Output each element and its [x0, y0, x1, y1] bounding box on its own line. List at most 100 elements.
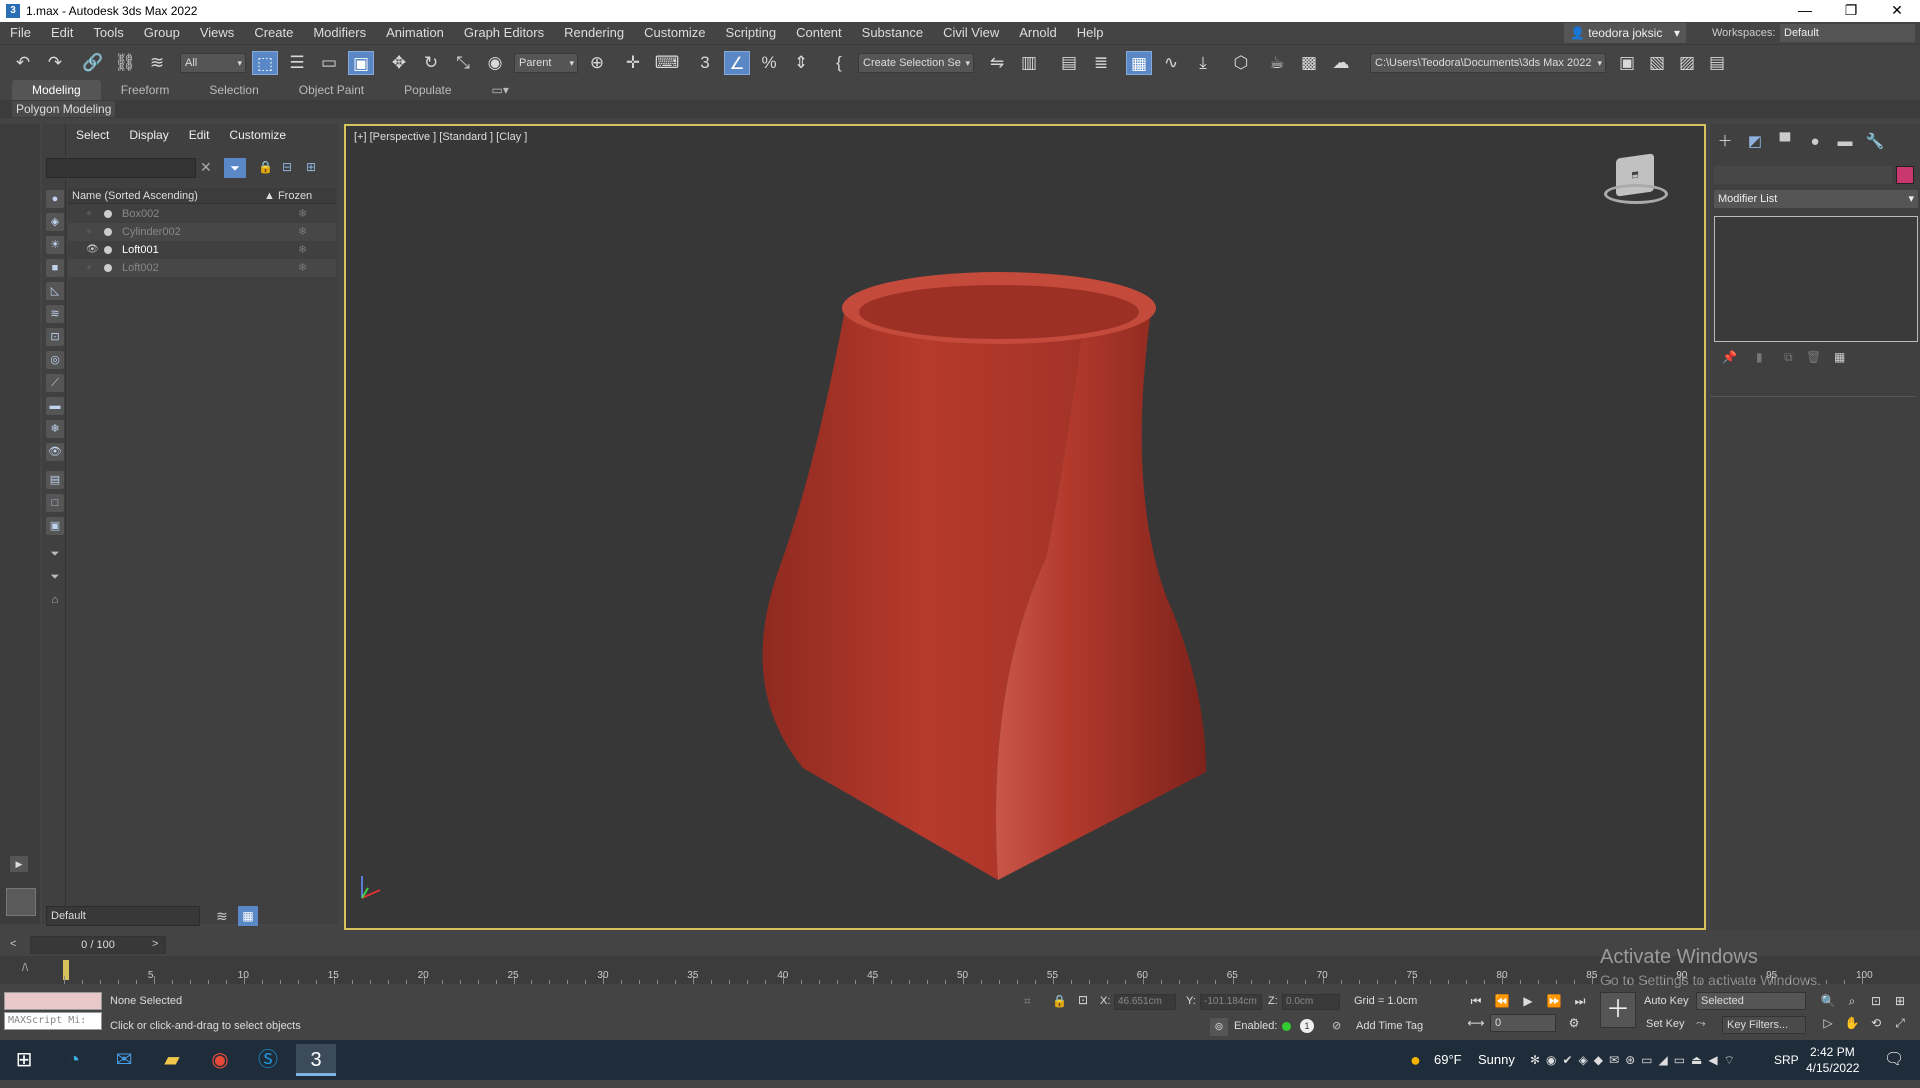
angle-snap-icon[interactable]: ∠	[724, 51, 750, 75]
viewport-layout-thumbnail[interactable]	[6, 888, 36, 916]
scene-menu-select[interactable]: Select	[66, 128, 119, 142]
menu-create[interactable]: Create	[244, 22, 303, 44]
workspace-tools-icon[interactable]: ▤	[1704, 51, 1730, 75]
field-of-view-icon[interactable]: ▷	[1818, 1014, 1838, 1032]
menu-file[interactable]: File	[0, 22, 41, 44]
chrome-icon[interactable]: ◉	[200, 1044, 240, 1076]
show-end-result-icon[interactable]: ▮	[1756, 350, 1763, 364]
key-mode-toggle-icon[interactable]: ⟷	[1466, 1014, 1486, 1032]
tab-selection[interactable]: Selection	[189, 80, 278, 100]
frozen-column-header[interactable]: ▲ Frozen	[264, 188, 312, 204]
edge-browser-icon[interactable]: ◔	[54, 1044, 94, 1076]
menu-edit[interactable]: Edit	[41, 22, 83, 44]
filter-shapes-icon[interactable]: ◈	[46, 213, 64, 231]
configure-modifier-sets-icon[interactable]: ▦	[1834, 350, 1845, 364]
file-explorer-icon[interactable]: ▰	[152, 1044, 192, 1076]
time-configuration-icon[interactable]: ⚙	[1564, 1014, 1584, 1032]
filter-frozen-icon[interactable]: ❄	[46, 420, 64, 438]
layer-explorer-icon[interactable]: ▦	[238, 906, 258, 926]
scene-column-header[interactable]: Name (Sorted Ascending) ▲ Frozen	[68, 188, 336, 204]
go-to-end-icon[interactable]: ⏭	[1570, 992, 1590, 1010]
toggle-ribbon-icon[interactable]: ▦	[1126, 51, 1152, 75]
asset-tracking-icon[interactable]: ▨	[1674, 51, 1700, 75]
object-color-swatch[interactable]	[1896, 166, 1914, 184]
filter-space-warps-icon[interactable]: ≋	[46, 305, 64, 323]
workspace-select[interactable]: Default	[1780, 24, 1915, 42]
scene-row-loft002[interactable]: ● Loft002 ❄	[68, 259, 336, 277]
renderable-dot-icon[interactable]	[104, 228, 112, 236]
isolate-selection-icon[interactable]: ⌗	[1024, 994, 1031, 1009]
project-folder-icon[interactable]: ▣	[1614, 51, 1640, 75]
utilities-tab-icon[interactable]: 🔧	[1864, 132, 1886, 152]
hidden-eye-icon[interactable]: ●	[86, 205, 98, 223]
filter-funnel-icon[interactable]: ⏷	[46, 545, 64, 563]
menu-modifiers[interactable]: Modifiers	[303, 22, 376, 44]
create-tab-icon[interactable]: ＋	[1714, 132, 1736, 152]
filter-cameras-icon[interactable]: ■	[46, 259, 64, 277]
pin-stack-icon[interactable]: 📌	[1722, 350, 1737, 364]
go-to-start-icon[interactable]: ⏮	[1466, 992, 1486, 1010]
keyboard-shortcut-override-icon[interactable]: ⌨	[654, 51, 680, 75]
input-language[interactable]: SRP	[1774, 1040, 1799, 1080]
scene-row-box002[interactable]: ● Box002 ❄	[68, 205, 336, 223]
tab-freeform[interactable]: Freeform	[101, 80, 190, 100]
clock-date[interactable]: 4/15/2022	[1806, 1048, 1859, 1088]
layer-stack-icon[interactable]: ≋	[216, 908, 228, 925]
x-coordinate-field[interactable]: 46.651cm	[1114, 994, 1176, 1010]
window-crossing-icon[interactable]: ▣	[348, 51, 374, 75]
polygon-modeling-panel[interactable]: Polygon Modeling	[12, 101, 116, 117]
align-icon[interactable]: ▥	[1016, 51, 1042, 75]
info-icon[interactable]: 1	[1300, 1019, 1314, 1033]
menu-views[interactable]: Views	[190, 22, 244, 44]
freeze-icon[interactable]: ❄	[298, 223, 307, 241]
time-next-icon[interactable]: >	[152, 938, 158, 950]
name-column-header[interactable]: Name (Sorted Ascending)	[72, 188, 198, 204]
make-unique-icon[interactable]: ⧉	[1784, 350, 1793, 365]
filter-hidden-icon[interactable]: 👁	[46, 443, 64, 461]
hidden-eye-icon[interactable]: ●	[86, 223, 98, 241]
perspective-viewport[interactable]: [+] [Perspective ] [Standard ] [Clay ] ⬒	[344, 124, 1706, 930]
bookmark-icon[interactable]: ⌂	[46, 591, 64, 609]
filter-bones-icon[interactable]: ⟋	[46, 374, 64, 392]
display-tab-icon[interactable]: ▬	[1834, 132, 1856, 152]
tab-populate[interactable]: Populate	[384, 80, 471, 100]
pan-icon[interactable]: ✋	[1842, 1014, 1862, 1032]
motion-tab-icon[interactable]: ●	[1804, 132, 1826, 152]
select-by-name-icon[interactable]: ☰	[284, 51, 310, 75]
curve-editor-icon[interactable]: ∿	[1158, 51, 1184, 75]
maxscript-mini-input[interactable]: MAXScript Mi:	[4, 1012, 102, 1030]
move-icon[interactable]: ✥	[386, 51, 412, 75]
place-icon[interactable]: ◉	[482, 51, 508, 75]
filter-containers-icon[interactable]: ▬	[46, 397, 64, 415]
select-manipulate-icon[interactable]: ✛	[620, 51, 646, 75]
freeze-icon[interactable]: ❄	[298, 205, 307, 223]
bind-space-warp-icon[interactable]: ≋	[144, 51, 170, 75]
unlink-icon[interactable]: ⛓	[112, 51, 138, 75]
toggle-layer-explorer-icon[interactable]: ≣	[1088, 51, 1114, 75]
z-coordinate-field[interactable]: 0.0cm	[1282, 994, 1340, 1010]
lock-icon[interactable]: 🔒	[258, 160, 273, 174]
mirror-icon[interactable]: ⇋	[984, 51, 1010, 75]
scale-icon[interactable]: ⤡	[450, 51, 476, 75]
invert-display-icon[interactable]: ▣	[46, 517, 64, 535]
select-object-icon[interactable]: ⬚	[252, 51, 278, 75]
render-setup-icon[interactable]: ☕	[1264, 51, 1290, 75]
notifications-icon[interactable]: 🗨	[1884, 1040, 1904, 1080]
freeze-icon[interactable]: ❄	[298, 241, 307, 259]
spinner-snap-icon[interactable]: ⇕	[788, 51, 814, 75]
zoom-extents-icon[interactable]: ⊡	[1866, 992, 1886, 1010]
renderable-dot-icon[interactable]	[104, 210, 112, 218]
tab-object-paint[interactable]: Object Paint	[279, 80, 384, 100]
mail-icon[interactable]: ✉	[104, 1044, 144, 1076]
set-project-icon[interactable]: ▧	[1644, 51, 1670, 75]
renderable-dot-icon[interactable]	[104, 246, 112, 254]
zoom-icon[interactable]: 🔍	[1818, 992, 1838, 1010]
menu-rendering[interactable]: Rendering	[554, 22, 634, 44]
schematic-view-icon[interactable]: ⤓	[1190, 51, 1216, 75]
modifier-list-dropdown[interactable]: Modifier List ▾	[1714, 190, 1918, 208]
selection-lock-icon[interactable]: 🔒	[1052, 994, 1067, 1008]
zoom-extents-all-icon[interactable]: ⊞	[1890, 992, 1910, 1010]
menu-civil-view[interactable]: Civil View	[933, 22, 1009, 44]
user-account-dropdown[interactable]: 👤 teodora joksic ▾	[1564, 23, 1686, 43]
edit-named-selection-icon[interactable]: {	[826, 51, 852, 75]
